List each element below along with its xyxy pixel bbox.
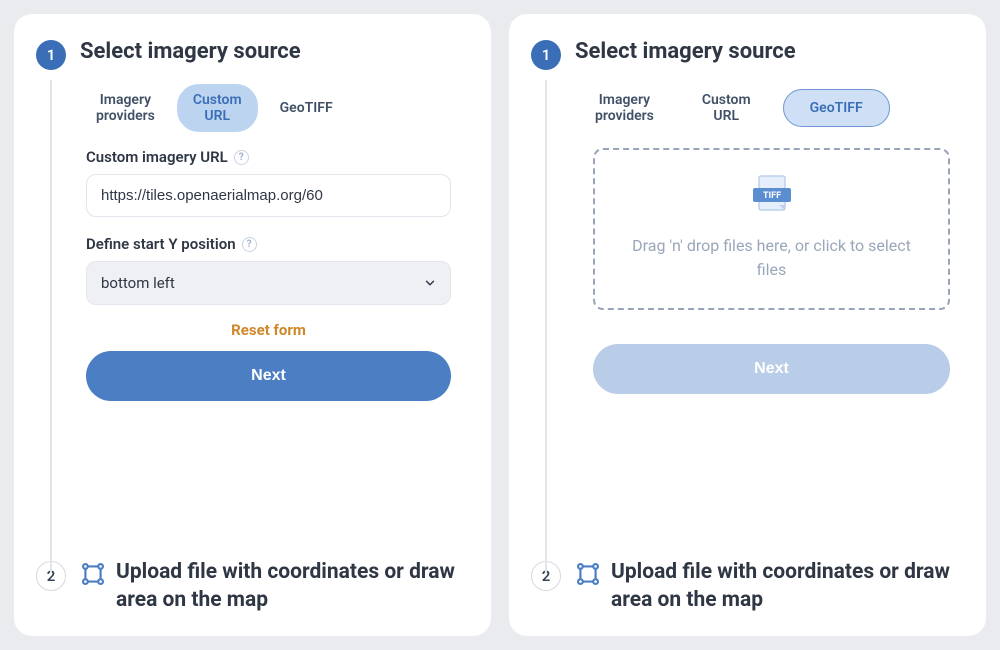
source-tabs: Imagery providers Custom URL GeoTIFF (80, 84, 469, 132)
step2-row: 2 Upload file with coordinates or draw a… (36, 535, 469, 614)
draw-area-icon (575, 561, 601, 587)
ypos-select[interactable]: bottom left (86, 261, 451, 305)
tab-geotiff[interactable]: GeoTIFF (783, 89, 890, 127)
tiff-file-icon: TIFF (745, 172, 799, 224)
custom-url-label: Custom imagery URL ? (86, 148, 451, 166)
step2-title: Upload file with coordinates or draw are… (575, 559, 964, 614)
dropzone-text: Drag 'n' drop files here, or click to se… (619, 234, 924, 282)
custom-url-input[interactable] (86, 174, 451, 217)
svg-text:TIFF: TIFF (762, 191, 780, 201)
source-tabs: Imagery providers Custom URL GeoTIFF (579, 84, 964, 132)
step1-badge: 1 (36, 40, 66, 70)
help-icon[interactable]: ? (242, 237, 257, 252)
next-button[interactable]: Next (86, 351, 451, 401)
step2-title-text: Upload file with coordinates or draw are… (116, 559, 469, 614)
tab-custom-url[interactable]: Custom URL (686, 84, 767, 132)
custom-url-form: Custom imagery URL ? Define start Y posi… (80, 148, 469, 401)
ypos-label: Define start Y position ? (86, 235, 451, 253)
next-button[interactable]: Next (593, 344, 950, 394)
step1-badge: 1 (531, 40, 561, 70)
ypos-select-wrap: bottom left (86, 261, 451, 305)
tab-imagery-providers[interactable]: Imagery providers (579, 84, 670, 132)
step2-row: 2 Upload file with coordinates or draw a… (531, 535, 964, 614)
draw-area-icon (80, 561, 106, 587)
right-panel: 1 Select imagery source Imagery provider… (509, 14, 986, 636)
step1-header: 1 Select imagery source (531, 38, 964, 70)
help-icon[interactable]: ? (234, 150, 249, 165)
geotiff-form: TIFF Drag 'n' drop files here, or click … (579, 148, 964, 394)
step2-title-text: Upload file with coordinates or draw are… (611, 559, 964, 614)
tab-imagery-providers[interactable]: Imagery providers (80, 84, 171, 132)
timeline-line (50, 80, 52, 572)
tab-custom-url[interactable]: Custom URL (177, 84, 258, 132)
file-dropzone[interactable]: TIFF Drag 'n' drop files here, or click … (593, 148, 950, 310)
step1-header: 1 Select imagery source (36, 38, 469, 70)
step1-title: Select imagery source (80, 38, 301, 67)
tab-geotiff[interactable]: GeoTIFF (264, 92, 349, 124)
step2-title: Upload file with coordinates or draw are… (80, 559, 469, 614)
left-panel: 1 Select imagery source Imagery provider… (14, 14, 491, 636)
timeline-line (545, 80, 547, 572)
reset-form-link[interactable]: Reset form (231, 321, 306, 339)
custom-url-label-text: Custom imagery URL (86, 148, 228, 166)
step1-title: Select imagery source (575, 38, 796, 67)
ypos-label-text: Define start Y position (86, 235, 236, 253)
